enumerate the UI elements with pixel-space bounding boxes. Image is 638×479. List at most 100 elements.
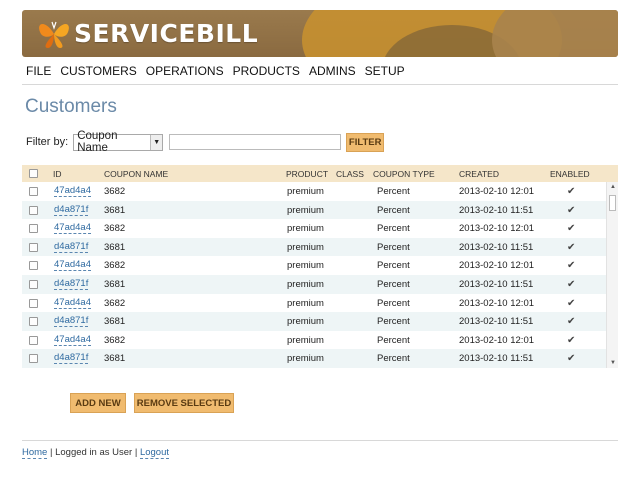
cell-created: 2013-02-10 11:51 xyxy=(459,241,534,253)
banner-decoration xyxy=(492,10,618,57)
enabled-check-icon: ✔ xyxy=(567,260,576,272)
scroll-up-icon[interactable]: ▲ xyxy=(610,184,616,190)
cell-product: premium xyxy=(287,186,324,197)
row-checkbox[interactable] xyxy=(29,335,38,345)
home-link[interactable]: Home xyxy=(22,447,48,459)
enabled-check-icon: ✔ xyxy=(567,334,576,346)
column-header-coupon-name[interactable]: COUPON NAME xyxy=(104,169,168,179)
table-row[interactable]: 47ad4a4 3682 premium Percent 2013-02-10 12:0… xyxy=(22,219,606,238)
cell-product: premium xyxy=(287,204,324,216)
footer-separator: | xyxy=(49,447,53,458)
table-row[interactable]: d4a871f 3681 premium Percent 2013-02-10 11:5… xyxy=(22,275,606,294)
coupon-id-link[interactable]: d4a871f xyxy=(54,241,89,253)
column-header-coupon-type[interactable]: COUPON TYPE xyxy=(373,169,435,179)
table-row[interactable]: 47ad4a4 3682 premium Percent 2013-02-10 12:0… xyxy=(22,182,606,201)
row-checkbox[interactable] xyxy=(29,354,38,364)
cell-created: 2013-02-10 12:01 xyxy=(459,223,535,235)
cell-coupon-name: 3682 xyxy=(104,334,126,346)
add-new-button[interactable]: ADD NEW xyxy=(70,393,126,413)
butterfly-logo-icon xyxy=(39,21,69,48)
coupon-id-link[interactable]: d4a871f xyxy=(54,316,89,328)
cell-product: premium xyxy=(287,241,324,253)
cell-created: 2013-02-10 11:51 xyxy=(459,316,534,328)
cell-created: 2013-02-10 11:51 xyxy=(459,279,534,290)
coupon-id-link[interactable]: 47ad4a4 xyxy=(54,186,91,197)
table-row[interactable]: 47ad4a4 3682 premium Percent 2013-02-10 12:0… xyxy=(22,331,606,350)
row-checkbox[interactable] xyxy=(29,224,38,234)
menu-item-customers[interactable]: CUSTOMERS xyxy=(60,64,136,78)
filter-button[interactable]: FILTER xyxy=(346,132,385,152)
enabled-check-icon: ✔ xyxy=(567,223,576,235)
menu-divider xyxy=(22,84,618,85)
dropdown-arrow-icon[interactable]: ▼ xyxy=(150,134,163,150)
column-header-enabled[interactable]: ENABLED xyxy=(550,169,590,179)
page-title: Customers xyxy=(25,96,117,117)
column-header-product[interactable]: PRODUCT xyxy=(286,169,328,179)
coupon-id-link[interactable]: d4a871f xyxy=(54,279,89,290)
menu-item-products[interactable]: PRODUCTS xyxy=(233,64,300,78)
menu-item-operations[interactable]: OPERATIONS xyxy=(146,64,224,78)
cell-coupon-name: 3681 xyxy=(104,204,126,216)
table-row[interactable]: 47ad4a4 3682 premium Percent 2013-02-10 12:0… xyxy=(22,256,606,275)
column-header-class[interactable]: CLASS xyxy=(336,169,364,179)
select-all-checkbox[interactable] xyxy=(29,169,38,178)
table-row[interactable]: d4a871f 3681 premium Percent 2013-02-10 11:5… xyxy=(22,237,606,257)
enabled-check-icon: ✔ xyxy=(567,204,576,216)
grid-header: ID COUPON NAME PRODUCT CLASS COUPON TYPE… xyxy=(22,165,618,182)
menu-item-setup[interactable]: SETUP xyxy=(365,64,405,78)
grid-body: 47ad4a4 3682 premium Percent 2013-02-10 12:0… xyxy=(22,182,606,368)
cell-coupon-name: 3681 xyxy=(104,241,126,253)
logout-link[interactable]: Logout xyxy=(139,447,170,459)
row-checkbox[interactable] xyxy=(29,187,38,196)
scrollbar-thumb[interactable] xyxy=(609,195,616,211)
table-row[interactable]: d4a871f 3681 premium Percent 2013-02-10 11:5… xyxy=(22,200,606,220)
grid-scrollbar[interactable]: ▲ ▼ xyxy=(606,182,618,368)
cell-coupon-name: 3681 xyxy=(104,279,126,290)
menu-item-file[interactable]: FILE xyxy=(26,64,51,78)
row-checkbox[interactable] xyxy=(29,242,38,252)
footer-divider xyxy=(22,440,618,441)
cell-product: premium xyxy=(287,353,324,365)
row-checkbox[interactable] xyxy=(29,205,38,215)
enabled-check-icon: ✔ xyxy=(567,186,576,197)
filter-field-value: Coupon Name xyxy=(77,130,118,154)
coupon-id-link[interactable]: 47ad4a4 xyxy=(54,260,91,272)
cell-coupon-type: Percent xyxy=(377,204,410,216)
coupon-id-link[interactable]: d4a871f xyxy=(54,353,89,365)
coupon-grid: ID COUPON NAME PRODUCT CLASS COUPON TYPE… xyxy=(22,165,618,368)
cell-product: premium xyxy=(287,334,324,346)
row-checkbox[interactable] xyxy=(29,261,38,271)
logo[interactable]: SERVICEBILL xyxy=(36,18,258,50)
coupon-id-link[interactable]: 47ad4a4 xyxy=(54,334,91,346)
cell-coupon-name: 3682 xyxy=(104,223,126,235)
row-checkbox[interactable] xyxy=(29,280,38,289)
filter-input[interactable] xyxy=(169,134,342,150)
cell-coupon-name: 3682 xyxy=(104,260,126,272)
remove-selected-button[interactable]: REMOVE SELECTED xyxy=(134,393,234,413)
filter-label: Filter by: xyxy=(26,136,69,148)
table-row[interactable]: 47ad4a4 3682 premium Percent 2013-02-10 12:0… xyxy=(22,294,606,313)
main-menu: FILE CUSTOMERS OPERATIONS PRODUCTS ADMIN… xyxy=(26,64,414,78)
column-header-id[interactable]: ID xyxy=(53,169,62,179)
cell-coupon-name: 3681 xyxy=(104,353,126,365)
cell-product: premium xyxy=(287,279,324,290)
cell-created: 2013-02-10 12:01 xyxy=(459,186,535,197)
cell-created: 2013-02-10 12:01 xyxy=(459,297,535,309)
table-row[interactable]: d4a871f 3681 premium Percent 2013-02-10 11:5… xyxy=(22,312,606,331)
table-row[interactable]: d4a871f 3681 premium Percent 2013-02-10 11:5… xyxy=(22,349,606,368)
scroll-down-icon[interactable]: ▼ xyxy=(610,360,616,366)
coupon-id-link[interactable]: 47ad4a4 xyxy=(54,223,91,235)
cell-coupon-name: 3682 xyxy=(104,186,126,197)
filter-field-select[interactable]: Coupon Name ▼ xyxy=(73,130,164,154)
menu-item-admins[interactable]: ADMINS xyxy=(309,64,356,78)
coupon-id-link[interactable]: 47ad4a4 xyxy=(54,297,91,309)
cell-product: premium xyxy=(287,223,324,235)
row-checkbox[interactable] xyxy=(29,317,38,327)
column-header-created[interactable]: CREATED xyxy=(459,169,499,179)
coupon-id-link[interactable]: d4a871f xyxy=(54,204,89,216)
row-checkbox[interactable] xyxy=(29,298,38,308)
enabled-check-icon: ✔ xyxy=(567,279,576,290)
enabled-check-icon: ✔ xyxy=(567,297,576,309)
cell-coupon-name: 3681 xyxy=(104,316,126,328)
cell-created: 2013-02-10 11:51 xyxy=(459,353,534,365)
